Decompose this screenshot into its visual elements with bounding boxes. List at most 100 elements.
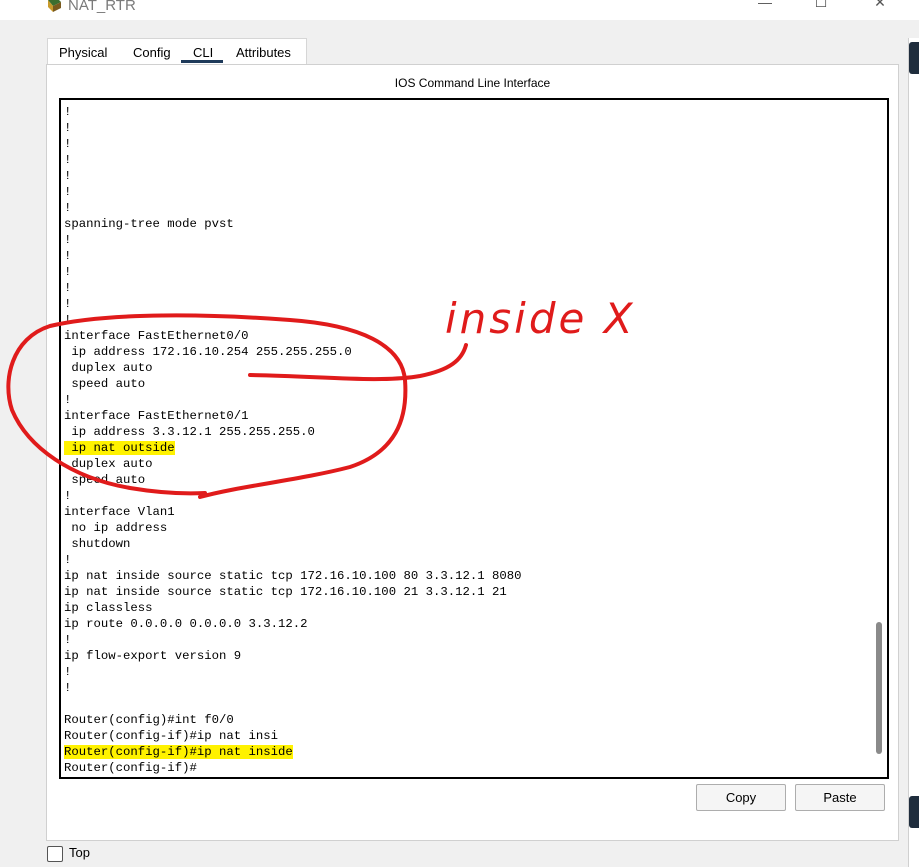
terminal-line-text: spanning-tree mode pvst <box>64 217 234 231</box>
terminal-line-text: ip address 3.3.12.1 255.255.255.0 <box>64 425 315 439</box>
terminal-line-text: ! <box>64 393 72 407</box>
terminal-line-text: shutdown <box>64 537 131 551</box>
terminal-line-text: ! <box>64 185 72 199</box>
terminal-line-text: Router(config-if)#ip nat insi <box>64 729 279 743</box>
terminal-line-text: ip nat outside <box>64 441 175 455</box>
terminal-line-text: ip nat inside source static tcp 172.16.1… <box>64 569 522 583</box>
terminal-line: ! <box>64 184 522 200</box>
terminal-line: ! <box>64 392 522 408</box>
terminal-line: ! <box>64 680 522 696</box>
cli-terminal[interactable]: !!!!!!! spanning-tree mode pvst!!!!!! inte… <box>59 98 889 779</box>
window-edge <box>908 38 909 867</box>
terminal-line: speed auto <box>64 472 522 488</box>
terminal-line: ip flow-export version 9 <box>64 648 522 664</box>
terminal-line-text: ! <box>64 169 72 183</box>
terminal-line: interface FastEthernet0/0 <box>64 328 522 344</box>
terminal-line: ! <box>64 120 522 136</box>
terminal-line: ! <box>64 104 522 120</box>
paste-button[interactable]: Paste <box>795 784 885 811</box>
terminal-line-text: interface FastEthernet0/1 <box>64 409 249 423</box>
scrollbar-thumb[interactable] <box>876 622 882 754</box>
active-tab-indicator <box>181 60 223 63</box>
terminal-line: ! <box>64 136 522 152</box>
terminal-line: ! <box>64 632 522 648</box>
terminal-line: ! <box>64 664 522 680</box>
terminal-line: duplex auto <box>64 360 522 376</box>
terminal-line-text: ! <box>64 633 72 647</box>
terminal-line-text: ip classless <box>64 601 153 615</box>
terminal-scrollbar[interactable] <box>874 102 884 771</box>
maximize-button[interactable]: ☐ <box>798 0 844 18</box>
tab-attributes[interactable]: Attributes <box>236 45 291 60</box>
terminal-line: ! <box>64 488 522 504</box>
terminal-output: !!!!!!! spanning-tree mode pvst!!!!!! inte… <box>64 104 522 776</box>
terminal-line-text: Router(config-if)# <box>64 761 197 775</box>
terminal-line: ! <box>64 232 522 248</box>
title-bar: NAT_RTR — ☐ ✕ <box>0 0 919 20</box>
tab-physical[interactable]: Physical <box>59 45 107 60</box>
tab-bar: Physical Config CLI Attributes <box>47 38 307 66</box>
terminal-line-text: ! <box>64 105 72 119</box>
terminal-line: ip nat inside source static tcp 172.16.1… <box>64 568 522 584</box>
top-checkbox[interactable] <box>47 846 63 862</box>
terminal-line-text: duplex auto <box>64 361 153 375</box>
close-button[interactable]: ✕ <box>857 0 903 18</box>
terminal-line: ! <box>64 552 522 568</box>
background-window-icon <box>909 796 919 828</box>
copy-button[interactable]: Copy <box>696 784 786 811</box>
terminal-line-text: no ip address <box>64 521 168 535</box>
terminal-line-text: interface Vlan1 <box>64 505 175 519</box>
terminal-line-text: ip flow-export version 9 <box>64 649 242 663</box>
terminal-line: ip classless <box>64 600 522 616</box>
terminal-line-text: ! <box>64 249 72 263</box>
terminal-line-text: Router(config)#int f0/0 <box>64 713 234 727</box>
terminal-line-text: Router(config-if)#ip nat inside <box>64 745 293 759</box>
terminal-line: duplex auto <box>64 456 522 472</box>
tab-config[interactable]: Config <box>133 45 171 60</box>
terminal-line-text: ! <box>64 665 72 679</box>
terminal-line-text: ! <box>64 121 72 135</box>
terminal-line: interface Vlan1 <box>64 504 522 520</box>
terminal-line: ! <box>64 264 522 280</box>
terminal-line: ip route 0.0.0.0 0.0.0.0 3.3.12.2 <box>64 616 522 632</box>
terminal-line: ! <box>64 168 522 184</box>
terminal-line-text: interface FastEthernet0/0 <box>64 329 249 343</box>
terminal-line-text: ip address 172.16.10.254 255.255.255.0 <box>64 345 352 359</box>
terminal-line-text: ! <box>64 281 72 295</box>
terminal-line-text: ! <box>64 265 72 279</box>
terminal-line-text: ! <box>64 201 72 215</box>
terminal-line: ! <box>64 296 522 312</box>
router-app-icon <box>48 0 61 12</box>
terminal-line: ! <box>64 200 522 216</box>
terminal-line: ! <box>64 280 522 296</box>
terminal-line: Router(config-if)#ip nat insi <box>64 728 522 744</box>
terminal-line-text: ! <box>64 297 72 311</box>
top-checkbox-label: Top <box>69 845 90 860</box>
terminal-line-text: speed auto <box>64 473 146 487</box>
terminal-line: shutdown <box>64 536 522 552</box>
terminal-line: no ip address <box>64 520 522 536</box>
terminal-line: ip nat outside <box>64 440 522 456</box>
background-window-strip <box>908 38 919 867</box>
minimize-button[interactable]: — <box>742 0 788 18</box>
tab-cli[interactable]: CLI <box>193 45 213 60</box>
window-title: NAT_RTR <box>68 0 136 14</box>
terminal-line: ! <box>64 152 522 168</box>
terminal-line-text: speed auto <box>64 377 146 391</box>
terminal-line: Router(config-if)#ip nat inside <box>64 744 522 760</box>
terminal-line-text: ! <box>64 681 72 695</box>
terminal-line-text: ip route 0.0.0.0 0.0.0.0 3.3.12.2 <box>64 617 308 631</box>
terminal-line: interface FastEthernet0/1 <box>64 408 522 424</box>
terminal-line: ip nat inside source static tcp 172.16.1… <box>64 584 522 600</box>
terminal-line: speed auto <box>64 376 522 392</box>
panel-title: IOS Command Line Interface <box>394 76 551 90</box>
terminal-line-text: ! <box>64 489 72 503</box>
terminal-line-text: duplex auto <box>64 457 153 471</box>
terminal-line: Router(config-if)# <box>64 760 522 776</box>
terminal-line: ip address 3.3.12.1 255.255.255.0 <box>64 424 522 440</box>
terminal-line-text: ! <box>64 313 72 327</box>
terminal-line: Router(config)#int f0/0 <box>64 712 522 728</box>
terminal-line: ! <box>64 312 522 328</box>
terminal-line-text: ! <box>64 137 72 151</box>
